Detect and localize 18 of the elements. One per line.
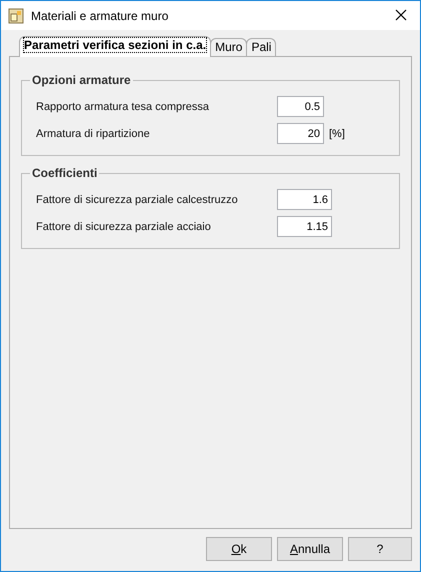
field-label: Fattore di sicurezza parziale calcestruzzo <box>36 194 239 206</box>
group-title: Coefficienti <box>31 166 98 180</box>
tab[interactable]: Parametri verifica sezioni in c.a. <box>19 36 212 57</box>
dialog-button[interactable]: Ok <box>206 537 272 561</box>
field-label: Fattore di sicurezza parziale acciaio <box>36 220 212 232</box>
input-field[interactable]: 0.5 <box>277 96 324 117</box>
dialog-button[interactable]: ? <box>348 537 412 561</box>
field-label: Armatura di ripartizione <box>36 128 151 140</box>
field-label: Rapporto armatura tesa compressa <box>36 100 210 112</box>
dialog-button[interactable]: Annulla <box>277 537 343 561</box>
unit-label: [%] <box>329 128 345 140</box>
input-field[interactable]: 20 <box>277 123 324 144</box>
input-field[interactable]: 1.15 <box>277 216 332 237</box>
group-title: Opzioni armature <box>31 73 132 87</box>
window-title: Materiali e armature muro <box>31 8 170 22</box>
input-field[interactable]: 1.6 <box>277 189 332 210</box>
tab[interactable]: Pali <box>246 38 276 56</box>
app-icon <box>8 8 24 24</box>
